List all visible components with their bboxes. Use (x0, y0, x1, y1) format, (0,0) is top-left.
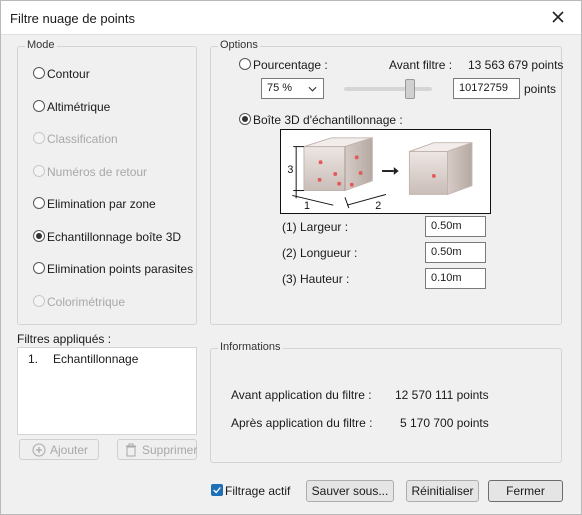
add-filter-label: Ajouter (50, 443, 89, 457)
close-icon[interactable] (549, 8, 567, 26)
close-label: Fermer (506, 484, 545, 498)
mode-radio[interactable] (33, 100, 45, 112)
sample-point (333, 171, 338, 176)
filtrage-actif-label[interactable]: Filtrage actif (225, 484, 290, 498)
filter-dialog: Filtre nuage de points Mode Contour Altim… (0, 0, 582, 515)
cube-right-side (447, 141, 473, 196)
box-diagram: 3 1 2 (280, 129, 491, 214)
before-value: 12 570 111 points (395, 388, 489, 402)
mode-label[interactable]: Contour (47, 67, 90, 81)
slider-thumb[interactable] (405, 79, 415, 99)
filter-item-label[interactable]: Echantillonnage (53, 352, 138, 366)
boite-3d-radio[interactable] (239, 113, 251, 125)
hauteur-field[interactable]: 0.10m (425, 268, 486, 289)
filtrage-actif-checkbox[interactable] (211, 484, 223, 496)
avant-filtre-value: 13 563 679 points (468, 58, 564, 72)
sample-point (318, 160, 323, 165)
before-label: Avant application du filtre : (231, 388, 372, 402)
checkmark-icon (213, 487, 221, 494)
mode-label: Colorimétrique (47, 295, 126, 309)
info-group-title: Informations (218, 341, 283, 353)
mode-label: Numéros de retour (47, 165, 148, 179)
save-as-label: Sauver sous... (311, 484, 389, 498)
info-group: Informations (210, 341, 562, 463)
percent-select[interactable]: 75 % (261, 78, 324, 99)
mode-label: Classification (47, 132, 118, 146)
save-as-button[interactable]: Sauver sous... (306, 480, 394, 502)
mode-label[interactable]: Echantillonnage boîte 3D (47, 230, 181, 244)
avant-filtre-label: Avant filtre : (389, 58, 453, 72)
largeur-value: 0.50m (431, 220, 462, 232)
mode-radio (33, 165, 45, 177)
mode-radio (33, 132, 45, 144)
arrow-right-head (393, 167, 399, 175)
pourcentage-label[interactable]: Pourcentage : (253, 58, 328, 72)
options-group-title: Options (218, 39, 260, 51)
dimension-3-label: 3 (287, 164, 293, 176)
longueur-value: 0.50m (431, 246, 462, 258)
dimension-1-label: 1 (304, 200, 310, 212)
close-button[interactable]: Fermer (488, 480, 563, 502)
points-count-value: 10172759 (459, 82, 508, 94)
sample-point (358, 171, 363, 175)
longueur-label: (2) Longueur : (282, 246, 358, 260)
window-title: Filtre nuage de points (10, 11, 136, 26)
percent-select-value: 75 % (267, 82, 293, 94)
mode-label[interactable]: Elimination par zone (47, 197, 156, 211)
dimension-2-tick (344, 197, 350, 209)
mode-group-title: Mode (25, 39, 57, 51)
sample-point (337, 181, 342, 186)
trash-icon (126, 443, 136, 457)
add-filter-button[interactable]: Ajouter (19, 439, 99, 460)
hauteur-label: (3) Hauteur : (282, 272, 350, 286)
chevron-down-icon (308, 86, 317, 92)
mode-label[interactable]: Altimétrique (47, 100, 110, 114)
filters-title: Filtres appliqués : (17, 332, 112, 346)
title-bar: Filtre nuage de points (1, 1, 581, 35)
add-icon (32, 443, 46, 457)
mode-radio[interactable] (33, 230, 45, 242)
points-unit-label: points (524, 82, 557, 96)
after-value: 5 170 700 points (400, 416, 489, 430)
reset-label: Réinitialiser (411, 484, 474, 498)
largeur-label: (1) Largeur : (282, 220, 349, 234)
delete-filter-label: Supprimer (142, 443, 198, 457)
points-count-field[interactable]: 10172759 (453, 78, 520, 99)
sample-point (354, 155, 359, 160)
mode-group: Mode (17, 39, 197, 325)
mode-radio (33, 295, 45, 307)
reset-button[interactable]: Réinitialiser (406, 480, 479, 502)
boite-3d-label[interactable]: Boîte 3D d'échantillonnage : (253, 113, 403, 127)
sample-point (431, 173, 436, 178)
longueur-field[interactable]: 0.50m (425, 242, 486, 263)
mode-radio[interactable] (33, 67, 45, 79)
after-label: Après application du filtre : (231, 416, 373, 430)
hauteur-value: 0.10m (431, 272, 462, 284)
dimension-2-label: 2 (375, 200, 381, 212)
pourcentage-radio[interactable] (239, 58, 251, 70)
mode-radio[interactable] (33, 197, 45, 209)
largeur-field[interactable]: 0.50m (425, 216, 486, 237)
percent-slider[interactable] (344, 79, 432, 99)
sample-point (349, 182, 354, 187)
cube-left-side (344, 137, 373, 192)
mode-label[interactable]: Elimination points parasites (47, 262, 193, 276)
delete-filter-button[interactable]: Supprimer (117, 439, 197, 460)
dimension-1-line (292, 194, 334, 206)
mode-radio[interactable] (33, 262, 45, 274)
filter-item-num: 1. (28, 352, 39, 366)
sample-point (317, 177, 322, 182)
cube-right-front (408, 150, 448, 195)
